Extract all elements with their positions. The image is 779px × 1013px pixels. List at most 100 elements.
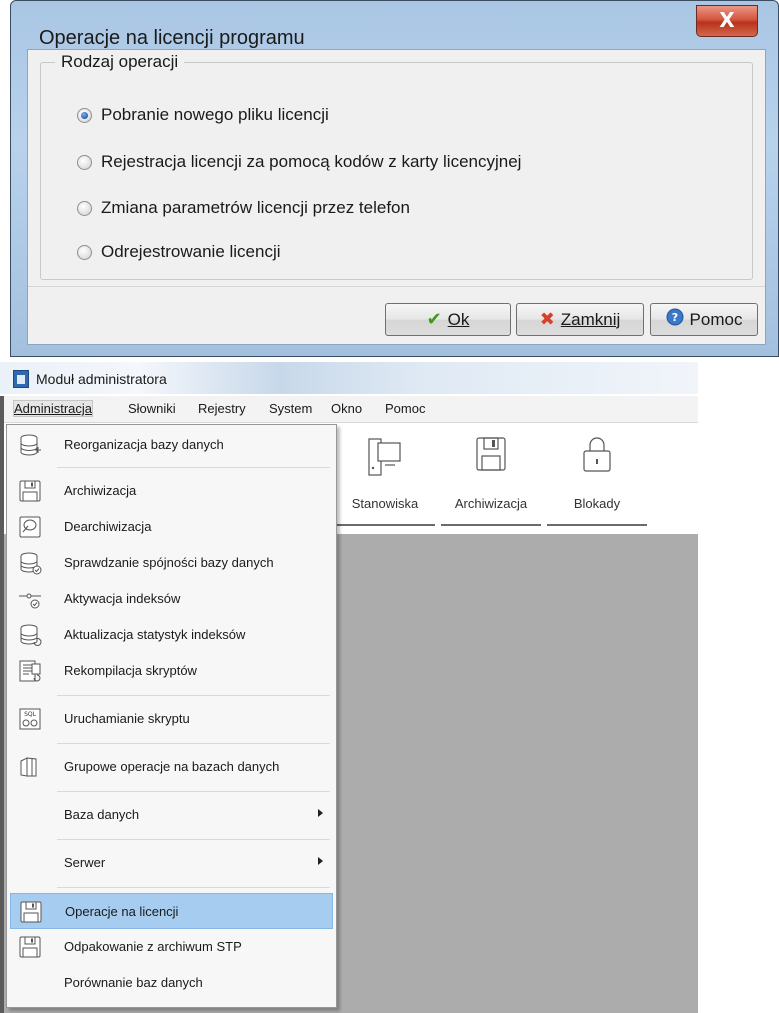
database-refresh-icon	[20, 624, 42, 646]
footer-divider	[28, 286, 765, 287]
cancel-button[interactable]: ✖ Zamknij	[516, 303, 644, 336]
menu-item-label: Sprawdzanie spójności bazy danych	[64, 555, 274, 570]
index-key-icon	[19, 593, 41, 609]
option-register-codes[interactable]: Rejestracja licencji za pomocą kodów z k…	[77, 150, 521, 174]
svg-text:?: ?	[671, 311, 677, 324]
license-dialog: Operacje na licencji programu X Rodzaj o…	[10, 0, 779, 357]
option-label: Odrejestrowanie licencji	[101, 242, 281, 261]
checkmark-icon: ✔	[426, 309, 442, 330]
menu-item-spojnosc[interactable]: Sprawdzanie spójności bazy danych	[10, 545, 333, 581]
sql-run-icon: SQL	[19, 708, 41, 730]
menu-item-label: Grupowe operacje na bazach danych	[64, 759, 280, 774]
dialog-body: Rodzaj operacji Pobranie nowego pliku li…	[27, 49, 766, 345]
menu-item-operacje-licencji[interactable]: Operacje na licencji	[10, 893, 333, 929]
menu-item-label: Porównanie baz danych	[64, 975, 203, 990]
tool-label: Stanowiska	[351, 496, 419, 511]
radio-icon[interactable]	[77, 107, 92, 123]
tool-archiwizacja[interactable]: Archiwizacja	[439, 423, 543, 526]
menu-pomoc[interactable]: Pomoc	[385, 401, 425, 416]
workstation-icon	[368, 438, 401, 476]
menu-system[interactable]: System	[269, 401, 312, 416]
menu-item-label: Aktywacja indeksów	[64, 591, 181, 606]
option-change-by-phone[interactable]: Zmiana parametrów licencji przez telefon	[77, 196, 410, 220]
menu-item-archiwizacja[interactable]: Archiwizacja	[10, 473, 333, 509]
menu-item-label: Dearchiwizacja	[64, 519, 152, 534]
radio-icon[interactable]	[77, 154, 92, 170]
x-icon: ✖	[539, 309, 555, 330]
app-icon	[13, 370, 29, 388]
option-label: Pobranie nowego pliku licencji	[101, 105, 329, 124]
menu-separator	[57, 743, 330, 744]
ok-label: Ok	[447, 309, 470, 329]
help-label: Pomoc	[689, 309, 743, 329]
menu-separator	[57, 887, 330, 888]
menu-separator	[57, 695, 330, 696]
menu-separator	[57, 791, 330, 792]
menu-item-label: Rekompilacja skryptów	[64, 663, 197, 678]
submenu-arrow-icon	[318, 857, 323, 865]
menu-item-label: Archiwizacja	[64, 483, 137, 498]
option-label: Zmiana parametrów licencji przez telefon	[101, 198, 410, 217]
option-download-license[interactable]: Pobranie nowego pliku licencji	[77, 103, 329, 127]
menu-administracja[interactable]: Administracja	[12, 400, 94, 417]
window-title: Moduł administratora	[36, 371, 167, 387]
menu-item-serwer[interactable]: Serwer	[10, 845, 333, 881]
tool-blokady[interactable]: Blokady	[545, 423, 649, 526]
menu-item-dearchiwizacja[interactable]: Dearchiwizacja	[10, 509, 333, 545]
dialog-title: Operacje na licencji programu	[39, 27, 305, 49]
admin-module-window: Moduł administratora Administracja Słown…	[0, 362, 779, 1013]
menu-item-label: Uruchamianie skryptu	[64, 711, 190, 726]
floppy-icon	[476, 437, 506, 471]
tool-stanowiska[interactable]: Stanowiska	[333, 423, 437, 526]
menu-item-label: Reorganizacja bazy danych	[64, 437, 224, 452]
help-button[interactable]: ? Pomoc	[650, 303, 758, 336]
group-ops-icon	[20, 757, 37, 777]
menu-item-label: Odpakowanie z archiwum STP	[64, 939, 242, 954]
floppy-icon	[20, 901, 42, 923]
menu-item-label: Operacje na licencji	[65, 904, 179, 919]
menu-item-rekompilacja[interactable]: Rekompilacja skryptów	[10, 653, 333, 689]
option-label: Rejestracja licencji za pomocą kodów z k…	[101, 152, 522, 171]
cancel-label: Zamknij	[560, 309, 621, 329]
option-unregister[interactable]: Odrejestrowanie licencji	[77, 240, 281, 264]
tool-underline	[441, 524, 541, 526]
menu-item-reorganizacja[interactable]: Reorganizacja bazy danych	[10, 427, 333, 463]
tool-underline	[335, 524, 435, 526]
menu-item-odpakowanie[interactable]: Odpakowanie z archiwum STP	[10, 929, 333, 965]
lock-icon	[583, 437, 611, 472]
database-check-icon	[20, 552, 42, 575]
menu-item-aktywacja[interactable]: Aktywacja indeksów	[10, 581, 333, 617]
tool-underline	[547, 524, 647, 526]
tool-label: Blokady	[573, 496, 621, 511]
menu-item-baza-danych[interactable]: Baza danych	[10, 797, 333, 833]
menubar: Administracja Słowniki Rejestry System O…	[0, 396, 698, 423]
script-compile-icon	[19, 660, 41, 682]
help-icon: ?	[666, 308, 684, 331]
tool-label: Archiwizacja	[454, 496, 528, 511]
menu-item-statystyki[interactable]: Aktualizacja statystyk indeksów	[10, 617, 333, 653]
menu-item-grupowe[interactable]: Grupowe operacje na bazach danych	[10, 749, 333, 785]
menu-rejestry[interactable]: Rejestry	[198, 401, 246, 416]
ok-button[interactable]: ✔ Ok	[385, 303, 511, 336]
titlebar: Moduł administratora	[0, 362, 698, 394]
operation-type-group: Rodzaj operacji Pobranie nowego pliku li…	[40, 52, 753, 280]
group-legend: Rodzaj operacji	[55, 52, 185, 72]
restore-icon	[19, 516, 41, 538]
window-left-edge	[0, 396, 4, 1013]
menu-item-uruchamianie[interactable]: SQL Uruchamianie skryptu	[10, 701, 333, 737]
menu-slowniki[interactable]: Słowniki	[128, 401, 176, 416]
administracja-menu: Reorganizacja bazy danych Archiwizacja D…	[6, 424, 337, 1008]
menu-separator	[57, 839, 330, 840]
floppy-icon	[19, 480, 41, 502]
menu-separator	[57, 467, 330, 468]
dialog-close-button[interactable]: X	[696, 5, 758, 37]
menu-item-porownanie[interactable]: Porównanie baz danych	[10, 965, 333, 1001]
menu-item-label: Baza danych	[64, 807, 140, 822]
menu-item-label: Aktualizacja statystyk indeksów	[64, 627, 246, 642]
menu-item-label: Serwer	[64, 855, 106, 870]
radio-icon[interactable]	[77, 200, 92, 216]
menu-okno[interactable]: Okno	[331, 401, 362, 416]
database-icon	[20, 434, 41, 456]
radio-icon[interactable]	[77, 244, 92, 260]
floppy-icon	[19, 936, 41, 958]
